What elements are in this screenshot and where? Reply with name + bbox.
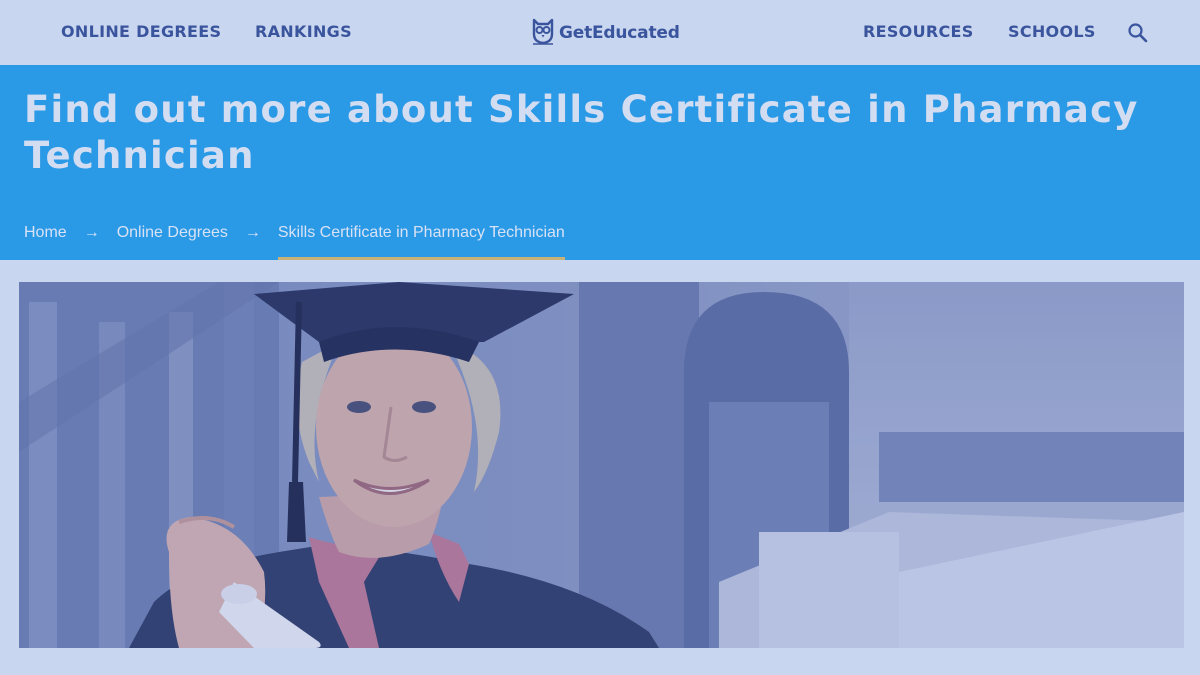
hero-banner: Find out more about Skills Certificate i… — [0, 65, 1200, 260]
logo-text: GetEducated — [559, 23, 680, 43]
page-title: Find out more about Skills Certificate i… — [24, 88, 1139, 177]
nav-schools[interactable]: SCHOOLS — [1008, 22, 1096, 41]
nav-rankings[interactable]: RANKINGS — [255, 22, 352, 41]
owl-logo-icon — [531, 17, 555, 50]
breadcrumb-home[interactable]: Home — [24, 223, 67, 243]
breadcrumb: Home → Online Degrees → Skills Certifica… — [24, 223, 565, 260]
breadcrumb-online-degrees[interactable]: Online Degrees — [117, 223, 228, 243]
search-icon[interactable] — [1126, 21, 1150, 45]
nav-resources[interactable]: RESOURCES — [863, 22, 974, 41]
top-navigation: ONLINE DEGREES RANKINGS GetEducated RESO… — [0, 0, 1200, 65]
breadcrumb-current-page: Skills Certificate in Pharmacy Technicia… — [277, 223, 565, 260]
graduate-photo — [19, 282, 1184, 648]
site-logo[interactable]: GetEducated — [531, 18, 680, 48]
breadcrumb-arrow-icon: → — [244, 224, 261, 241]
woman-in-graduation-cap-holding-diploma-icon — [19, 282, 1184, 648]
nav-online-degrees[interactable]: ONLINE DEGREES — [61, 22, 221, 41]
breadcrumb-arrow-icon: → — [83, 224, 100, 241]
